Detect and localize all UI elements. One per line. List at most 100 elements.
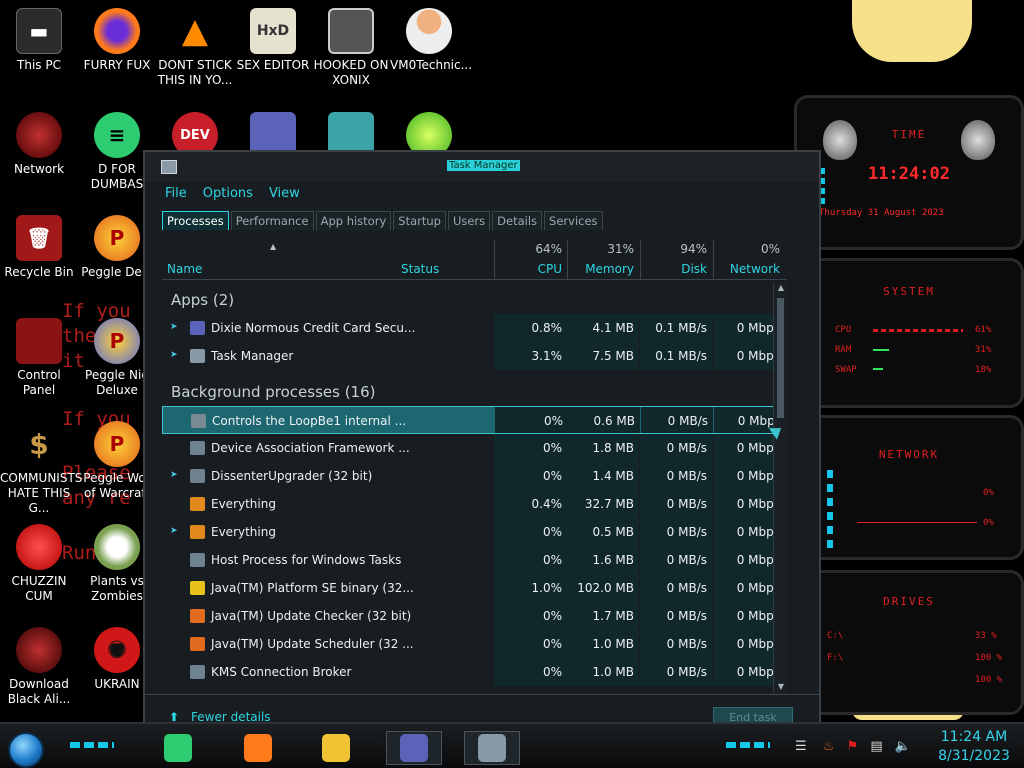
tab-startup[interactable]: Startup — [393, 211, 446, 230]
desktop-icon-recycle-bin[interactable]: 🗑 Recycle Bin — [0, 215, 78, 280]
taskbar-app-firefox[interactable] — [230, 731, 286, 765]
taskbar-app-file-explorer[interactable] — [308, 731, 364, 765]
show-hidden-icons[interactable]: ☰ — [795, 739, 807, 754]
alienware-icon — [16, 627, 62, 673]
clock-time: 11:24 AM — [940, 729, 1008, 745]
vlc-icon: ▲ — [181, 10, 209, 51]
process-cpu: 0% — [542, 665, 562, 679]
column-disk[interactable]: Disk — [640, 262, 707, 276]
process-name: DissenterUpgrader (32 bit) — [211, 469, 373, 483]
process-row[interactable]: ➤ DissenterUpgrader (32 bit) 0% 1.4 MB 0 MB/… — [162, 462, 787, 490]
process-list: Apps (2) ➤ Dixie Normous Credit Card Secu… — [162, 282, 787, 696]
start-button[interactable] — [8, 732, 44, 768]
process-disk: 0 MB/s — [666, 525, 707, 539]
column-memory[interactable]: Memory — [567, 262, 634, 276]
desktop-icon-chuzzin[interactable]: CHUZZIN CUM — [0, 524, 78, 604]
desktop-icon-control-panel[interactable]: Control Panel — [0, 318, 78, 398]
taskbar-clock[interactable]: 11:24 AM 8/31/2023 — [930, 728, 1018, 766]
ram-value: 31% — [975, 345, 992, 355]
network-out-value: 0% — [983, 518, 994, 528]
desktop-icon-hooked-on-xonix[interactable]: HOOKED ON XONIX — [312, 8, 390, 88]
expand-chevron-icon[interactable]: ➤ — [170, 322, 178, 332]
column-status[interactable]: Status — [401, 262, 439, 276]
tab-app-history[interactable]: App history — [315, 211, 392, 230]
menu-bar: File Options View — [145, 182, 819, 204]
scrollbar-thumb[interactable] — [777, 298, 784, 418]
drive-f-value: 100 % — [975, 653, 1003, 663]
desktop-icon-label: CHUZZIN CUM — [11, 574, 67, 603]
process-row[interactable]: Java(TM) Platform SE binary (32... 1.0% 10… — [162, 574, 787, 602]
taskbar-app-d-app[interactable] — [150, 731, 206, 765]
hxd-editor-icon: HxD — [250, 8, 296, 54]
desktop-icon-label: Download Black Ali... — [7, 677, 71, 706]
process-name: Host Process for Windows Tasks — [211, 553, 402, 567]
column-cpu[interactable]: CPU — [494, 262, 562, 276]
expand-chevron-icon[interactable]: ➤ — [170, 470, 178, 480]
tab-strip: Processes Performance App history Startu… — [145, 210, 819, 230]
desktop-icon-communists[interactable]: $ COMMUNISTS HATE THIS G... — [0, 421, 82, 516]
process-row[interactable]: Controls the LoopBe1 internal ... 0% 0.6 M… — [162, 406, 787, 434]
process-name: Java(TM) Update Checker (32 bit) — [211, 609, 412, 623]
column-network[interactable]: Network — [713, 262, 780, 276]
process-mem: 1.0 MB — [592, 637, 634, 651]
volume-icon[interactable]: 🔈 — [895, 739, 911, 754]
process-row[interactable]: ➤ Dixie Normous Credit Card Secu... 0.8% 4.… — [162, 314, 787, 342]
desktop-icon-vm0technic[interactable]: VM0Technic... — [390, 8, 472, 73]
process-row[interactable]: Java(TM) Update Scheduler (32 ... 0% 1.0 M… — [162, 630, 787, 658]
peggle-icon: P — [94, 215, 140, 261]
desktop-icon-download-alienware[interactable]: Download Black Ali... — [0, 627, 78, 707]
process-mem: 0.6 MB — [593, 414, 635, 428]
scroll-down-icon[interactable]: ▼ — [775, 682, 787, 694]
tab-details[interactable]: Details — [492, 211, 543, 230]
taskbar-app-credit-card[interactable] — [386, 731, 442, 765]
process-row[interactable]: ➤ Task Manager 3.1% 7.5 MB 0.1 MB/s 0 Mbps — [162, 342, 787, 370]
process-row[interactable]: Device Association Framework ... 0% 1.8 MB… — [162, 434, 787, 462]
network-graph — [857, 522, 977, 523]
swap-bar — [873, 368, 883, 370]
scroll-up-icon[interactable]: ▲ — [775, 283, 787, 295]
column-name[interactable]: Name — [167, 262, 202, 276]
process-disk: 0 MB/s — [666, 497, 707, 511]
task-manager-icon — [190, 349, 205, 363]
tab-performance[interactable]: Performance — [230, 211, 314, 230]
process-mem: 32.7 MB — [584, 497, 634, 511]
process-row[interactable]: Java(TM) Update Checker (32 bit) 0% 1.7 MB… — [162, 602, 787, 630]
process-disk: 0.1 MB/s — [655, 321, 707, 335]
process-cpu: 0% — [542, 525, 562, 539]
desktop-icon-label: This PC — [17, 58, 61, 72]
vertical-scrollbar[interactable]: ▲ ▼ — [773, 282, 787, 695]
menu-file[interactable]: File — [165, 186, 187, 201]
process-mem: 1.8 MB — [592, 441, 634, 455]
expand-chevron-icon[interactable]: ➤ — [170, 526, 178, 536]
menu-view[interactable]: View — [269, 186, 300, 201]
desktop-icon-sex-editor[interactable]: HxD SEX EDITOR — [234, 8, 312, 73]
flag-tray-icon[interactable]: ⚑ — [847, 739, 859, 754]
process-name: Device Association Framework ... — [211, 441, 410, 455]
title-bar[interactable]: Task Manager — [145, 152, 819, 182]
process-row[interactable]: ➤ Everything 0% 0.5 MB 0 MB/s 0 Mbps — [162, 518, 787, 546]
process-net: 0 Mbps — [736, 469, 780, 483]
desktop-icon-network[interactable]: Network — [0, 112, 78, 177]
tab-users[interactable]: Users — [447, 211, 491, 230]
drive-c-value: 33 % — [975, 631, 997, 641]
process-cpu: 0% — [542, 637, 562, 651]
menu-options[interactable]: Options — [203, 186, 253, 201]
tab-services[interactable]: Services — [544, 211, 603, 230]
desktop-icon-this-pc[interactable]: ▬ This PC — [0, 8, 78, 73]
peggle-wow-icon: P — [94, 421, 140, 467]
java-tray-icon[interactable]: ♨ — [823, 739, 835, 754]
process-row[interactable]: KMS Connection Broker 0% 1.0 MB 0 MB/s 0 Mbp… — [162, 658, 787, 686]
network-tray-icon[interactable]: ▤ — [870, 739, 882, 754]
process-row[interactable]: Host Process for Windows Tasks 0% 1.6 MB 0 … — [162, 546, 787, 574]
cartoon-girl-image — [852, 0, 972, 62]
tab-processes[interactable]: Processes — [162, 211, 229, 230]
process-row[interactable]: Everything 0.4% 32.7 MB 0 MB/s 0 Mbps — [162, 490, 787, 518]
process-net: 0 Mbps — [736, 637, 780, 651]
expand-chevron-icon[interactable]: ➤ — [170, 350, 178, 360]
desktop-icon-furry-fux[interactable]: FURRY FUX — [78, 8, 156, 73]
taskbar-app-task-manager[interactable] — [464, 731, 520, 765]
process-name: Dixie Normous Credit Card Secu... — [211, 321, 416, 335]
process-name: KMS Connection Broker — [211, 665, 352, 679]
drives-widget: DRIVES C:\ 33 % F:\ 100 % 100 % — [794, 570, 1024, 715]
desktop-icon-dont-stick[interactable]: ▲ DONT STICK THIS IN YO... — [156, 8, 234, 88]
